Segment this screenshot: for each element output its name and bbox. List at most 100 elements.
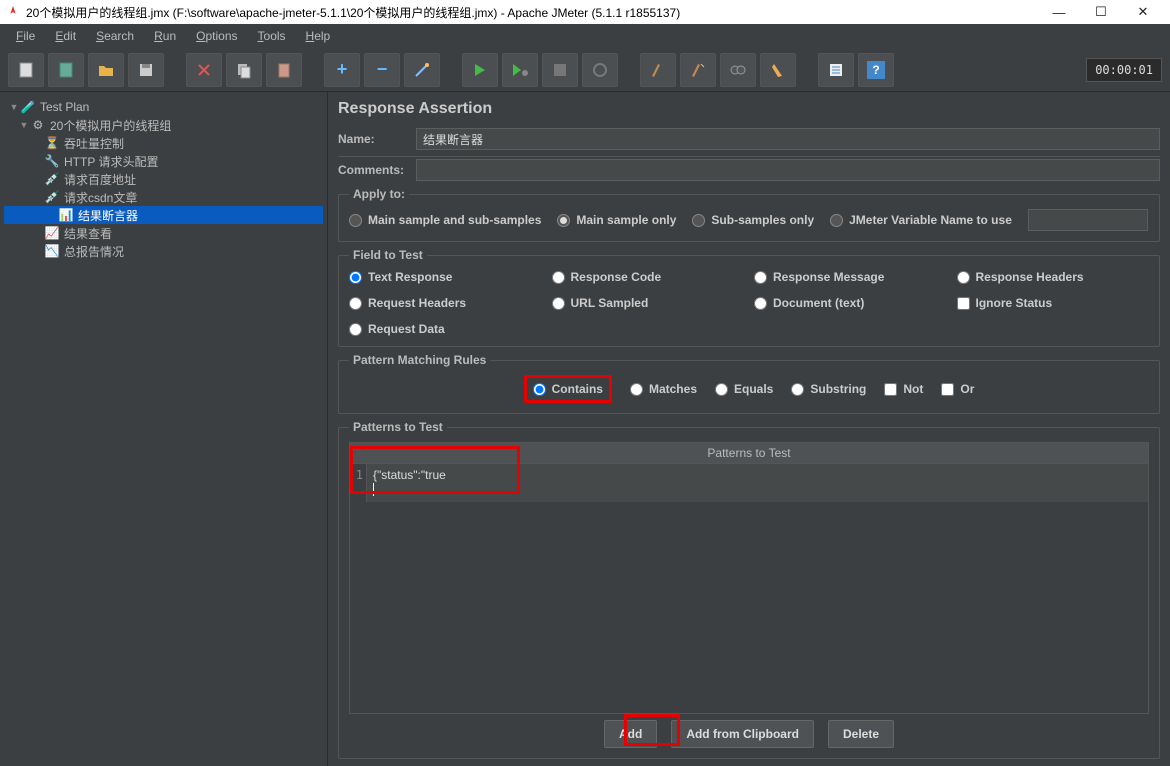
field-url-sampled[interactable]: URL Sampled — [552, 296, 745, 310]
templates-button[interactable] — [48, 53, 84, 87]
hourglass-icon: ⏳ — [44, 135, 60, 151]
variable-name-field[interactable] — [1028, 209, 1148, 231]
window-titlebar: 20个模拟用户的线程组.jmx (F:\software\apache-jmet… — [0, 0, 1170, 24]
patterns-table[interactable]: 1 {"status":"true — [349, 464, 1149, 714]
assertion-icon: 📊 — [58, 207, 74, 223]
pattern-cell[interactable]: {"status":"true — [366, 464, 1148, 502]
panel-title: Response Assertion — [338, 100, 1160, 118]
help-icon: ? — [867, 61, 885, 79]
pattern-row[interactable]: 1 {"status":"true — [350, 464, 1148, 502]
maximize-button[interactable]: ☐ — [1080, 0, 1122, 24]
tree-node-baidu[interactable]: 💉请求百度地址 — [4, 170, 323, 188]
pmr-or[interactable]: Or — [941, 375, 974, 403]
patterns-to-test-fieldset: Patterns to Test Patterns to Test 1 {"st… — [338, 420, 1160, 759]
start-button[interactable] — [462, 53, 498, 87]
comments-field[interactable] — [416, 159, 1160, 181]
results-icon: 📈 — [44, 225, 60, 241]
comments-label: Comments: — [338, 163, 416, 177]
elapsed-timer: 00:00:01 — [1086, 58, 1162, 82]
wand-icon — [413, 61, 431, 79]
close-button[interactable]: ✕ — [1122, 0, 1164, 24]
field-text-response[interactable]: Text Response — [349, 270, 542, 284]
copy-button[interactable] — [226, 53, 262, 87]
shutdown-icon — [592, 62, 608, 78]
gear-icon: ⚙ — [30, 117, 46, 133]
menu-file[interactable]: File — [6, 27, 45, 45]
tree-node-thread-group[interactable]: ▼⚙20个模拟用户的线程组 — [4, 116, 323, 134]
report-icon: 📉 — [44, 243, 60, 259]
field-request-headers[interactable]: Request Headers — [349, 296, 542, 310]
template-icon — [57, 61, 75, 79]
minimize-button[interactable]: — — [1038, 0, 1080, 24]
start-notimers-button[interactable] — [502, 53, 538, 87]
field-request-data[interactable]: Request Data — [349, 322, 542, 336]
pattern-matching-fieldset: Pattern Matching Rules Contains Matches … — [338, 353, 1160, 414]
pmr-not[interactable]: Not — [884, 375, 923, 403]
menu-run[interactable]: Run — [144, 27, 186, 45]
expand-button[interactable]: + — [324, 53, 360, 87]
jmeter-logo-icon — [6, 5, 20, 19]
menu-options[interactable]: Options — [186, 27, 247, 45]
cut-button[interactable] — [186, 53, 222, 87]
new-button[interactable] — [8, 53, 44, 87]
pmr-equals[interactable]: Equals — [715, 375, 773, 403]
tree-node-assertion[interactable]: 📊结果断言器 — [4, 206, 323, 224]
save-button[interactable] — [128, 53, 164, 87]
menu-help[interactable]: Help — [296, 27, 341, 45]
tree-node-http-header[interactable]: 🔧HTTP 请求头配置 — [4, 152, 323, 170]
search-tb-button[interactable] — [720, 53, 756, 87]
row-number: 1 — [350, 464, 366, 502]
save-icon — [137, 61, 155, 79]
broom-icon — [649, 61, 667, 79]
folder-open-icon — [97, 61, 115, 79]
field-response-code[interactable]: Response Code — [552, 270, 745, 284]
tree-node-view-results[interactable]: 📈结果查看 — [4, 224, 323, 242]
copy-icon — [235, 61, 253, 79]
pmr-substring[interactable]: Substring — [791, 375, 866, 403]
apply-to-fieldset: Apply to: Main sample and sub-samples Ma… — [338, 187, 1160, 242]
function-helper-button[interactable] — [818, 53, 854, 87]
apply-var[interactable]: JMeter Variable Name to use — [830, 213, 1012, 227]
pmr-contains[interactable]: Contains — [533, 382, 603, 396]
shutdown-button[interactable] — [582, 53, 618, 87]
field-ignore-status[interactable]: Ignore Status — [957, 296, 1150, 310]
delete-button[interactable]: Delete — [828, 720, 894, 748]
toggle-button[interactable] — [404, 53, 440, 87]
apply-sub-only[interactable]: Sub-samples only — [692, 213, 814, 227]
collapse-button[interactable]: − — [364, 53, 400, 87]
name-field[interactable] — [416, 128, 1160, 150]
menu-tools[interactable]: Tools — [248, 27, 296, 45]
play-icon — [473, 63, 487, 77]
add-clipboard-button[interactable]: Add from Clipboard — [671, 720, 814, 748]
tree-node-csdn[interactable]: 💉请求csdn文章 — [4, 188, 323, 206]
plus-icon: + — [337, 59, 348, 80]
reset-search-button[interactable] — [760, 53, 796, 87]
menu-search[interactable]: Search — [86, 27, 144, 45]
open-button[interactable] — [88, 53, 124, 87]
clear-all-button[interactable] — [680, 53, 716, 87]
apply-main-only[interactable]: Main sample only — [557, 213, 676, 227]
apply-main-sub[interactable]: Main sample and sub-samples — [349, 213, 541, 227]
list-icon — [827, 61, 845, 79]
play-fast-icon — [511, 63, 529, 77]
field-document-text[interactable]: Document (text) — [754, 296, 947, 310]
scissors-icon — [195, 61, 213, 79]
field-response-message[interactable]: Response Message — [754, 270, 947, 284]
test-plan-tree[interactable]: ▼🧪Test Plan ▼⚙20个模拟用户的线程组 ⏳吞吐量控制 🔧HTTP 请… — [0, 92, 328, 766]
help-button[interactable]: ? — [858, 53, 894, 87]
clipboard-icon — [275, 61, 293, 79]
clear-button[interactable] — [640, 53, 676, 87]
binoculars-icon — [729, 61, 747, 79]
stop-button[interactable] — [542, 53, 578, 87]
menu-edit[interactable]: Edit — [45, 27, 86, 45]
pipette-icon: 💉 — [44, 189, 60, 205]
tree-node-test-plan[interactable]: ▼🧪Test Plan — [4, 98, 323, 116]
add-button[interactable]: Add — [604, 720, 657, 748]
paste-button[interactable] — [266, 53, 302, 87]
pmr-matches[interactable]: Matches — [630, 375, 697, 403]
tree-node-summary[interactable]: 📉总报告情况 — [4, 242, 323, 260]
wrench-icon: 🔧 — [44, 153, 60, 169]
field-response-headers[interactable]: Response Headers — [957, 270, 1150, 284]
tree-node-throughput[interactable]: ⏳吞吐量控制 — [4, 134, 323, 152]
toolbar: + − ? 00:00:01 — [0, 48, 1170, 92]
